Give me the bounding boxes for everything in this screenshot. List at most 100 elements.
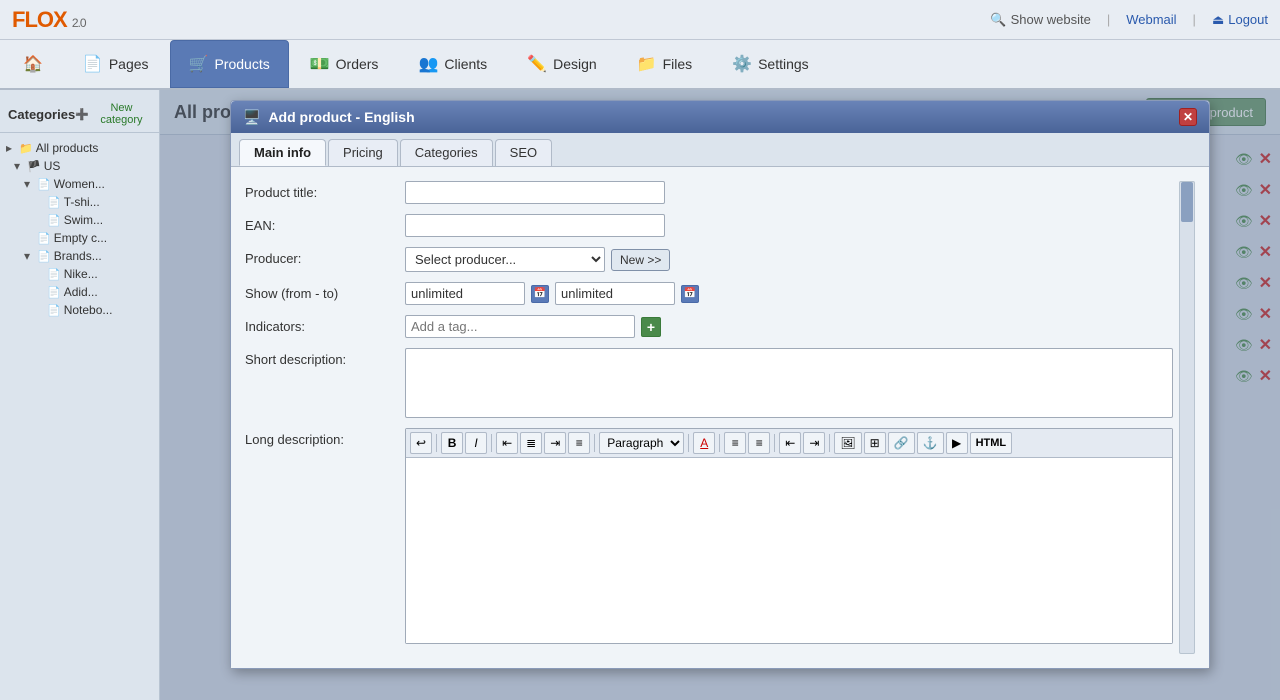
nav-pages[interactable]: 📄 Pages: [64, 40, 168, 88]
logo-flo: FLO: [12, 7, 53, 32]
tag-input[interactable]: [405, 315, 635, 338]
rte-content[interactable]: [406, 458, 1172, 643]
ean-input[interactable]: [405, 214, 665, 237]
tab-categories[interactable]: Categories: [400, 139, 493, 166]
tree-label: All products: [36, 141, 99, 155]
plus-icon: ➕: [75, 108, 89, 121]
tab-seo[interactable]: SEO: [495, 139, 552, 166]
nav-products[interactable]: 🛒 Products: [170, 40, 289, 88]
rte-indent-more-button[interactable]: ⇥: [803, 432, 825, 454]
show-from-input[interactable]: [405, 282, 525, 305]
producer-controls: Select producer... New >>: [405, 247, 670, 272]
long-desc-label: Long description:: [245, 428, 405, 447]
doc5-icon: 📄: [47, 268, 61, 281]
long-desc-textarea[interactable]: [412, 464, 1166, 634]
rte-toolbar: ↩ B I ⇤ ≣ ⇥ ≡: [406, 429, 1172, 458]
logout-icon: ⏏: [1212, 12, 1224, 28]
rte-italic-button[interactable]: I: [465, 432, 487, 454]
rte-align-right-button[interactable]: ⇥: [544, 432, 566, 454]
tree-label-tshirts: T-shi...: [64, 195, 100, 209]
producer-select[interactable]: Select producer...: [405, 247, 605, 272]
nav-settings[interactable]: ⚙️ Settings: [713, 40, 828, 88]
content-area: All products ➕ New product 👁 ✕ 👁 ✕ 👁 ✕ 👁: [160, 90, 1280, 700]
tree-label-notebook: Notebo...: [64, 303, 113, 317]
ean-row: EAN:: [245, 214, 1173, 237]
sidebar-tree: ▸ 📁 All products ▾ 🏴 US ▾ 📄 Women... 📄 T…: [0, 137, 159, 321]
sidebar-item-us[interactable]: ▾ 🏴 US: [0, 157, 159, 175]
producer-label: Producer:: [245, 247, 405, 266]
topbar-right: 🔍 Show website | Webmail | ⏏ Logout: [990, 12, 1268, 28]
indicators-label: Indicators:: [245, 315, 405, 334]
sep1: |: [1107, 12, 1110, 27]
calendar-from-button[interactable]: 📅: [531, 285, 549, 303]
product-title-input[interactable]: [405, 181, 665, 204]
nav-orders[interactable]: 💵 Orders: [291, 40, 398, 88]
sidebar-item-nike[interactable]: 📄 Nike...: [0, 265, 159, 283]
rte-sep4: [688, 434, 689, 452]
nav-files[interactable]: 📁 Files: [618, 40, 711, 88]
rte-indent-less-button[interactable]: ⇤: [779, 432, 801, 454]
doc4-icon: 📄: [37, 250, 51, 263]
rte-image-button[interactable]: 🖼: [834, 432, 861, 454]
rte-bold-button[interactable]: B: [441, 432, 463, 454]
rte-undo-button[interactable]: ↩: [410, 432, 432, 454]
tab-main-info[interactable]: Main info: [239, 139, 326, 166]
products-icon: 🛒: [189, 54, 209, 74]
modal-scrollbar[interactable]: [1179, 181, 1195, 654]
tree-label-adidas: Adid...: [64, 285, 98, 299]
rte-sep1: [436, 434, 437, 452]
rte-html-button[interactable]: HTML: [970, 432, 1013, 454]
sidebar-item-women[interactable]: ▾ 📄 Women...: [0, 175, 159, 193]
rte-link-button[interactable]: 🔗: [888, 432, 915, 454]
short-desc-textarea[interactable]: [405, 348, 1173, 418]
show-website-label: Show website: [1011, 12, 1091, 27]
producer-new-button[interactable]: New >>: [611, 249, 670, 271]
files-icon: 📁: [637, 54, 657, 74]
sidebar-item-tshirts[interactable]: 📄 T-shi...: [0, 193, 159, 211]
sidebar-item-empty[interactable]: 📄 Empty c...: [0, 229, 159, 247]
show-website-link[interactable]: 🔍 Show website: [990, 12, 1090, 28]
sidebar-item-brands[interactable]: ▾ 📄 Brands...: [0, 247, 159, 265]
rte-justify-button[interactable]: ≡: [568, 432, 590, 454]
rte-container: ↩ B I ⇤ ≣ ⇥ ≡: [405, 428, 1173, 644]
rte-media-button[interactable]: ▶: [946, 432, 968, 454]
sidebar-item-adidas[interactable]: 📄 Adid...: [0, 283, 159, 301]
product-title-label: Product title:: [245, 181, 405, 200]
calendar-to-button[interactable]: 📅: [681, 285, 699, 303]
rte-ol-button[interactable]: ≡: [748, 432, 770, 454]
doc-icon: 📄: [47, 196, 61, 209]
rte-fontcolor-button[interactable]: A: [693, 432, 715, 454]
nav-home[interactable]: 🏠: [4, 40, 62, 88]
rte-paragraph-select[interactable]: Paragraph: [599, 432, 684, 454]
nav-clients[interactable]: 👥 Clients: [399, 40, 506, 88]
flag-icon: 🏴: [27, 160, 41, 173]
producer-row: Producer: Select producer... New >>: [245, 247, 1173, 272]
modal-overlay: 🖥️ Add product - English ✕ Main info Pri…: [160, 90, 1280, 700]
doc7-icon: 📄: [47, 304, 61, 317]
show-to-input[interactable]: [555, 282, 675, 305]
rte-align-left-button[interactable]: ⇤: [496, 432, 518, 454]
rte-sep5: [719, 434, 720, 452]
folder2-icon: 📄: [37, 178, 51, 191]
rte-anchor-button[interactable]: ⚓: [917, 432, 944, 454]
rte-table-button[interactable]: ⊞: [864, 432, 886, 454]
new-category-button[interactable]: ➕ New category: [75, 102, 151, 126]
tab-pricing-label: Pricing: [343, 145, 383, 160]
sidebar-item-swimwear[interactable]: 📄 Swim...: [0, 211, 159, 229]
sidebar-item-all-products[interactable]: ▸ 📁 All products: [0, 139, 159, 157]
add-tag-button[interactable]: +: [641, 317, 661, 337]
tab-pricing[interactable]: Pricing: [328, 139, 398, 166]
sidebar-item-notebook[interactable]: 📄 Notebo...: [0, 301, 159, 319]
logout-link[interactable]: ⏏ Logout: [1212, 12, 1268, 28]
tree-arrow-all: ▸: [6, 141, 16, 155]
rte-ul-button[interactable]: ≡: [724, 432, 746, 454]
sidebar-title: Categories: [8, 107, 75, 122]
modal-close-button[interactable]: ✕: [1179, 108, 1197, 126]
nav-design[interactable]: ✏️ Design: [508, 40, 616, 88]
webmail-link[interactable]: Webmail: [1126, 12, 1176, 27]
product-title-row: Product title:: [245, 181, 1173, 204]
tree-label-nike: Nike...: [64, 267, 98, 281]
tab-seo-label: SEO: [510, 145, 537, 160]
rte-align-center-button[interactable]: ≣: [520, 432, 542, 454]
tree-arrow-brands: ▾: [24, 249, 34, 263]
